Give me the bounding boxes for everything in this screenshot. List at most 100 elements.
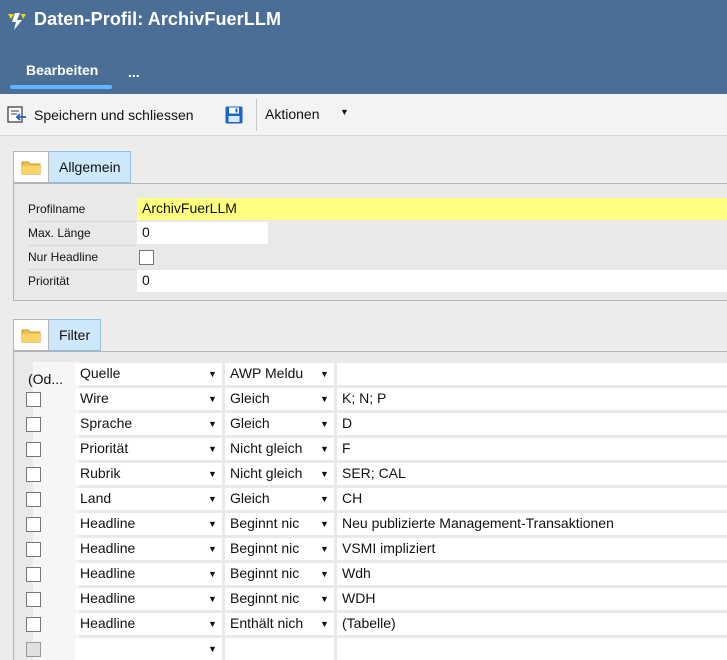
- app-logo-icon: [8, 13, 26, 30]
- filter-operator-select[interactable]: [225, 638, 334, 660]
- filter-value-input[interactable]: F: [337, 438, 727, 460]
- filter-row-checkbox[interactable]: [26, 492, 41, 507]
- active-tab-indicator: [10, 85, 112, 89]
- filter-field-select[interactable]: Headline: [75, 538, 222, 560]
- filter-field-select[interactable]: Rubrik: [75, 463, 222, 485]
- filter-field-select[interactable]: Headline: [75, 613, 222, 635]
- chevron-down-icon[interactable]: ▼: [208, 519, 217, 529]
- chevron-down-icon[interactable]: ▼: [208, 469, 217, 479]
- section-tab-filter[interactable]: Filter: [13, 319, 102, 351]
- filter-field-select[interactable]: Priorität: [75, 438, 222, 460]
- filter-operator-select[interactable]: Gleich: [225, 413, 334, 435]
- chevron-down-icon[interactable]: ▼: [208, 369, 217, 379]
- nur-headline-label: Nur Headline: [28, 250, 99, 264]
- chevron-down-icon[interactable]: ▼: [320, 619, 329, 629]
- window-title: Daten-Profil: ArchivFuerLLM: [34, 9, 282, 29]
- filter-row-checkbox[interactable]: [26, 617, 41, 632]
- filter-value-input[interactable]: VSMI impliziert: [337, 538, 727, 560]
- chevron-down-icon[interactable]: ▼: [320, 419, 329, 429]
- filter-row-checkbox[interactable]: [26, 517, 41, 532]
- filter-value-input[interactable]: SER; CAL: [337, 463, 727, 485]
- filter-value-input[interactable]: WDH: [337, 588, 727, 610]
- save-close-icon: [7, 106, 26, 123]
- profilname-label: Profilname: [28, 202, 86, 216]
- chevron-down-icon[interactable]: ▼: [320, 544, 329, 554]
- chevron-down-icon[interactable]: ▼: [320, 494, 329, 504]
- chevron-down-icon[interactable]: ▼: [320, 569, 329, 579]
- folder-icon: [21, 329, 41, 343]
- chevron-down-icon[interactable]: ▼: [208, 494, 217, 504]
- save-and-close-button[interactable]: Speichern und schliessen: [6, 103, 194, 127]
- filter-value-input[interactable]: D: [337, 413, 727, 435]
- nur-headline-checkbox[interactable]: [139, 250, 154, 265]
- chevron-down-icon[interactable]: ▼: [320, 444, 329, 454]
- prioritaet-input[interactable]: 0: [137, 270, 727, 292]
- filter-value-input[interactable]: (Tabelle): [337, 613, 727, 635]
- prioritaet-label: Priorität: [28, 274, 70, 288]
- filter-field-select[interactable]: Headline: [75, 588, 222, 610]
- filter-row-checkbox[interactable]: [26, 467, 41, 482]
- filter-row-checkbox[interactable]: [26, 592, 41, 607]
- filter-value-input[interactable]: CH: [337, 488, 727, 510]
- filter-operator-select[interactable]: Beginnt nic: [225, 563, 334, 585]
- filter-operator-select[interactable]: Beginnt nic: [225, 538, 334, 560]
- filter-operator-select[interactable]: Enthält nich: [225, 613, 334, 635]
- filter-value-input[interactable]: Neu publizierte Management-Transaktionen: [337, 513, 727, 535]
- filter-operator-select[interactable]: Gleich: [225, 388, 334, 410]
- chevron-down-icon[interactable]: ▼: [208, 569, 217, 579]
- filter-operator-select[interactable]: AWP Meldu: [225, 363, 334, 385]
- chevron-down-icon[interactable]: ▼: [208, 394, 217, 404]
- filter-field-select[interactable]: Sprache: [75, 413, 222, 435]
- tab-more[interactable]: ...: [128, 64, 140, 80]
- save-icon[interactable]: [224, 105, 244, 125]
- filter-panel: (Od... Quelle ▼ AWP Meldu ▼ Wire ▼ Gleich ▼ K; N…: [13, 351, 727, 660]
- filter-value-input[interactable]: K; N; P: [337, 388, 727, 410]
- filter-operator-select[interactable]: Gleich: [225, 488, 334, 510]
- filter-row-checkbox[interactable]: [26, 567, 41, 582]
- filter-value-input[interactable]: [337, 638, 727, 660]
- chevron-down-icon[interactable]: ▼: [208, 594, 217, 604]
- chevron-down-icon[interactable]: ▼: [320, 594, 329, 604]
- folder-icon-box: [13, 319, 49, 351]
- chevron-down-icon[interactable]: ▼: [320, 369, 329, 379]
- tab-bearbeiten[interactable]: Bearbeiten: [10, 60, 114, 78]
- filter-value-input[interactable]: Wdh: [337, 563, 727, 585]
- filter-operator-select[interactable]: Beginnt nic: [225, 588, 334, 610]
- chevron-down-icon[interactable]: ▼: [208, 644, 217, 654]
- chevron-down-icon[interactable]: ▼: [208, 444, 217, 454]
- chevron-down-icon[interactable]: ▼: [320, 394, 329, 404]
- folder-icon: [21, 161, 41, 175]
- filter-operator-select[interactable]: Nicht gleich: [225, 438, 334, 460]
- filter-field-select[interactable]: Headline: [75, 513, 222, 535]
- filter-field-select[interactable]: Wire: [75, 388, 222, 410]
- filter-operator-select[interactable]: Beginnt nic: [225, 513, 334, 535]
- allgemein-panel: Profilname ArchivFuerLLM Max. Länge 0 Nu…: [13, 183, 727, 301]
- filter-field-select[interactable]: Land: [75, 488, 222, 510]
- max-laenge-label: Max. Länge: [28, 226, 91, 240]
- row-divider: [28, 269, 136, 270]
- chevron-down-icon[interactable]: ▼: [208, 419, 217, 429]
- filter-value-input[interactable]: [337, 363, 727, 385]
- filter-header-or: (Od...: [28, 371, 64, 387]
- profilname-input[interactable]: ArchivFuerLLM: [137, 198, 727, 220]
- max-laenge-input[interactable]: 0: [137, 222, 268, 244]
- actions-dropdown-icon[interactable]: ▼: [340, 107, 349, 117]
- filter-field-select[interactable]: Headline: [75, 563, 222, 585]
- chevron-down-icon[interactable]: ▼: [208, 544, 217, 554]
- chevron-down-icon[interactable]: ▼: [320, 519, 329, 529]
- row-divider: [28, 245, 136, 246]
- chevron-down-icon[interactable]: ▼: [320, 469, 329, 479]
- section-tab-allgemein[interactable]: Allgemein: [13, 151, 132, 183]
- filter-field-select[interactable]: Quelle: [75, 363, 222, 385]
- filter-row-checkbox[interactable]: [26, 642, 41, 657]
- filter-row-checkbox[interactable]: [26, 392, 41, 407]
- filter-row-checkbox[interactable]: [26, 417, 41, 432]
- filter-row-checkbox[interactable]: [26, 542, 41, 557]
- filter-field-select[interactable]: [75, 638, 222, 660]
- actions-menu[interactable]: Aktionen: [265, 106, 319, 122]
- filter-row-checkbox[interactable]: [26, 442, 41, 457]
- chevron-down-icon[interactable]: ▼: [208, 619, 217, 629]
- folder-icon-box: [13, 151, 49, 183]
- section-label-allgemein: Allgemein: [49, 151, 132, 183]
- filter-operator-select[interactable]: Nicht gleich: [225, 463, 334, 485]
